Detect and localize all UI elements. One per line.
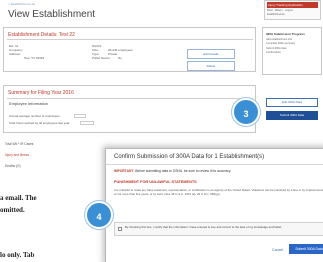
step-badge-4: 4 xyxy=(85,201,113,229)
submit-300a-button[interactable]: Submit 300A Data xyxy=(266,111,318,120)
important-label: IMPORTANT xyxy=(114,169,134,173)
total-label: Total Wk * IR Cases xyxy=(5,142,34,146)
cancel-button[interactable]: Cancel xyxy=(272,248,283,252)
employee-info-heading: Employee Information xyxy=(9,101,48,106)
instruction-text: omitted. xyxy=(0,206,25,214)
progress-title: 300A Submission Progress xyxy=(266,32,305,36)
certification-text: By checking this box, I certify that the… xyxy=(125,225,282,229)
progress-item: Submit 300A data xyxy=(266,46,287,50)
certify-checkbox[interactable] xyxy=(118,227,122,231)
summary-panel: Summary for Filing Year 2016 Employee In… xyxy=(3,85,256,133)
employee-count-field xyxy=(74,114,86,118)
divider xyxy=(7,39,253,40)
edit-details-button[interactable]: Edit Details xyxy=(187,49,235,59)
view-establishment-page: < Establishment List View Establishment … xyxy=(0,0,323,262)
modal-title: Confirm Submission of 300A Data for 1 Es… xyxy=(114,154,265,160)
app-name: Injury Tracking Application xyxy=(267,2,318,8)
employee-line: Annual average number of employees xyxy=(9,114,60,118)
establishment-details-panel: Establishment Details: Test 22 Est. Id: … xyxy=(3,27,256,72)
important-note: IMPORTANT: Before submitting data to OSH… xyxy=(114,169,231,173)
account-line[interactable]: Establishments xyxy=(267,13,318,16)
submission-progress-panel: 300A Submission Progress Add establishme… xyxy=(262,27,322,75)
delete-button[interactable]: Delete xyxy=(187,61,235,71)
detail-value: No xyxy=(118,56,122,60)
detail-value: Private xyxy=(108,52,118,56)
employee-line: Total hours worked by all employees last… xyxy=(9,121,70,125)
account-info-box: Injury Tracking Application Brad · Wilso… xyxy=(264,0,321,20)
progress-item: Complete 300A summary xyxy=(266,42,296,45)
account-line[interactable]: Brad · Wilson · Logout xyxy=(267,9,318,12)
progress-item: Add establishment info xyxy=(266,37,293,41)
breadcrumb[interactable]: < Establishment List xyxy=(8,2,35,6)
hours-worked-field xyxy=(80,121,94,125)
divider xyxy=(106,164,323,165)
injury-label: Injury and Illness xyxy=(5,153,29,157)
important-text: : Before submitting data to OSHA, be sur… xyxy=(133,169,232,173)
page-title: View Establishment xyxy=(8,9,96,20)
instruction-text: lo only. Tab xyxy=(0,251,35,259)
progress-item: Confirmation xyxy=(266,51,281,54)
edit-300a-button[interactable]: Edit 300A Data xyxy=(266,98,318,107)
instruction-text: a email. The xyxy=(0,194,37,202)
panel-heading: Establishment Details: Test 22 xyxy=(8,32,75,38)
detail-key: Address: xyxy=(9,52,21,56)
panel-heading: Summary for Filing Year 2016 xyxy=(8,90,74,96)
step-badge-3: 3 xyxy=(232,98,260,126)
confirm-submission-modal: Confirm Submission of 300A Data for 1 Es… xyxy=(105,148,323,262)
detail-key: Public Sector: xyxy=(92,56,111,60)
detail-value: Test, TX 33333 xyxy=(24,56,45,60)
deaths-label: Deaths (G) xyxy=(5,164,21,168)
punishment-heading: PUNISHMENT FOR UNLAWFUL STATEMENTS xyxy=(114,180,197,184)
legal-body: It is unlawful to make any false stateme… xyxy=(114,188,323,197)
modal-submit-button[interactable]: Submit 300A Data xyxy=(289,244,323,254)
certification-box: By checking this box, I certify that the… xyxy=(114,222,323,236)
divider xyxy=(7,98,253,99)
